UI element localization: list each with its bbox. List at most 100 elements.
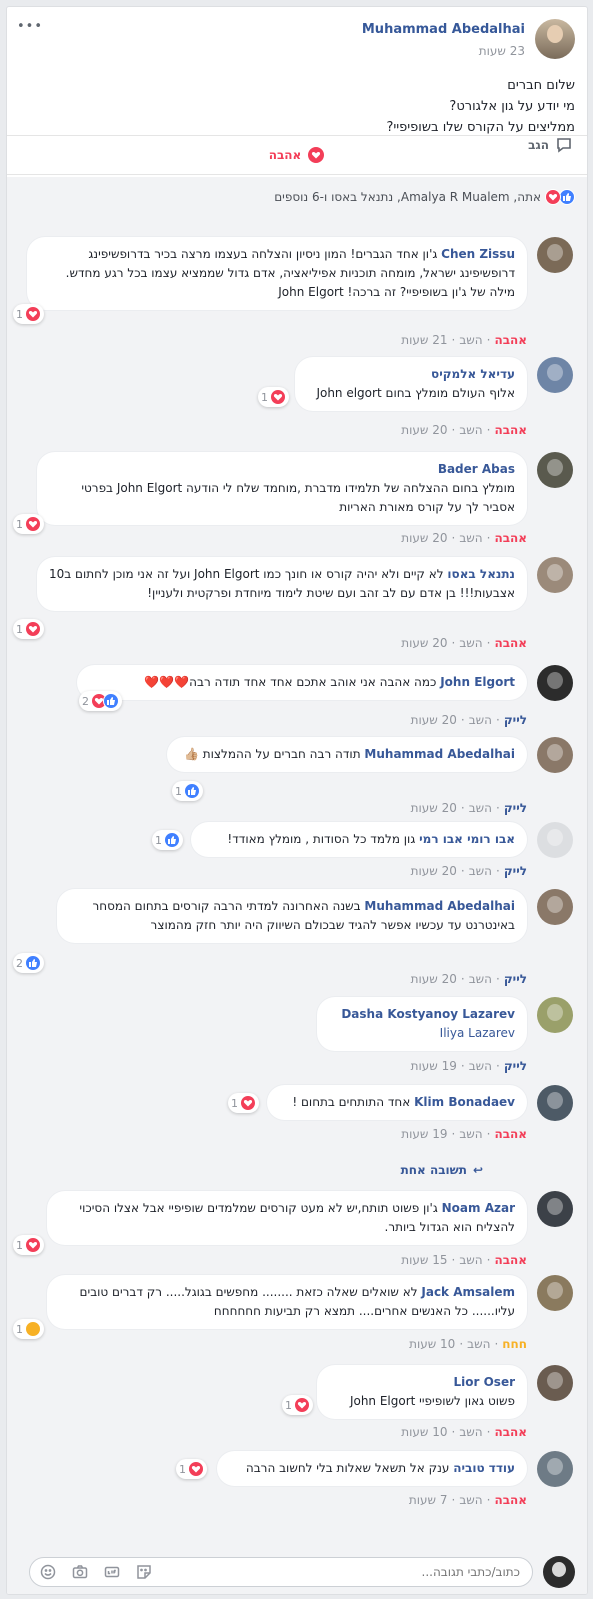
comment-reaction-count[interactable]: 1 xyxy=(13,304,44,324)
commenter-name[interactable]: Bader Abas xyxy=(49,460,515,479)
comment-reaction-count[interactable]: 2 xyxy=(13,953,44,973)
view-replies-link[interactable]: ↩ תשובה אחת xyxy=(401,1163,483,1177)
comment-reaction-count[interactable]: 1 xyxy=(258,387,289,407)
commenter-avatar[interactable] xyxy=(537,1275,573,1311)
comment-reaction-count[interactable]: 1 xyxy=(176,1459,207,1479)
comment-time[interactable]: 20 שעות xyxy=(401,531,447,545)
reply-link[interactable]: השב xyxy=(469,972,492,986)
reply-link[interactable]: השב xyxy=(459,636,482,650)
commenter-avatar[interactable] xyxy=(537,737,573,773)
comment-reaction-count[interactable]: 1 xyxy=(282,1395,313,1415)
comment-time[interactable]: 21 שעות xyxy=(401,333,447,347)
comment-reaction-count[interactable]: 2 xyxy=(79,691,122,711)
commenter-avatar[interactable] xyxy=(537,997,573,1033)
react-link[interactable]: אהבה xyxy=(494,423,527,437)
comment-reaction-count[interactable]: 1 xyxy=(13,619,44,639)
comment-time[interactable]: 20 שעות xyxy=(401,423,447,437)
commenter-name[interactable]: Muhammad Abedalhai xyxy=(364,899,515,913)
camera-icon[interactable] xyxy=(71,1563,89,1581)
comment-time[interactable]: 20 שעות xyxy=(411,801,457,815)
comment-time[interactable]: 20 שעות xyxy=(411,864,457,878)
react-link[interactable]: חחח xyxy=(502,1337,527,1351)
react-link[interactable]: אהבה xyxy=(494,1253,527,1267)
reply-link[interactable]: השב xyxy=(459,423,482,437)
reply-link[interactable]: השב xyxy=(459,1493,482,1507)
comment-time[interactable]: 10 שעות xyxy=(409,1337,455,1351)
commenter-name[interactable]: Dasha Kostyanoy Lazarev xyxy=(329,1005,515,1024)
commenter-avatar[interactable] xyxy=(537,1365,573,1401)
commenter-name[interactable]: Noam Azar xyxy=(442,1201,515,1215)
comment: עודד טוביה ענק אל תשאל שאלות בלי לחשוב ה… xyxy=(13,1451,573,1511)
comment: Bader Abas מומלץ בחום ההצלחה של תלמידו מ… xyxy=(13,452,573,547)
gif-icon[interactable] xyxy=(103,1563,121,1581)
reply-link[interactable]: השב xyxy=(459,1253,482,1267)
author-avatar[interactable] xyxy=(535,19,575,59)
reply-link[interactable]: השב xyxy=(469,864,492,878)
commenter-name[interactable]: John Elgort xyxy=(440,675,515,689)
commenter-avatar[interactable] xyxy=(537,822,573,858)
commenter-avatar[interactable] xyxy=(537,237,573,273)
react-link[interactable]: לייק xyxy=(504,713,527,727)
love-button[interactable]: אהבה xyxy=(7,136,587,174)
reply-link[interactable]: השב xyxy=(469,801,492,815)
commenter-name[interactable]: עודד טוביה xyxy=(453,1461,515,1475)
reply-link[interactable]: השב xyxy=(459,333,482,347)
comment-reaction-count[interactable]: 1 xyxy=(172,781,203,801)
reply-link[interactable]: השב xyxy=(467,1337,490,1351)
comment-reaction-count[interactable]: 1 xyxy=(13,514,44,534)
commenter-avatar[interactable] xyxy=(537,452,573,488)
reply-link[interactable]: השב xyxy=(469,1059,492,1073)
commenter-avatar[interactable] xyxy=(537,357,573,393)
comment-time[interactable]: 19 שעות xyxy=(401,1127,447,1141)
commenter-avatar[interactable] xyxy=(537,889,573,925)
react-link[interactable]: אהבה xyxy=(494,333,527,347)
mention-link[interactable]: Iliya Lazarev xyxy=(329,1024,515,1043)
commenter-avatar[interactable] xyxy=(537,1451,573,1487)
comment-meta: אהבה · השב · 15 שעות xyxy=(401,1253,527,1267)
reactions-summary[interactable]: אתה, Amalya R Mualem, נתנאל באסו ו-6 נוס… xyxy=(274,189,575,205)
react-link[interactable]: לייק xyxy=(504,801,527,815)
commenter-avatar[interactable] xyxy=(537,1085,573,1121)
commenter-avatar[interactable] xyxy=(537,665,573,701)
commenter-name[interactable]: Klim Bonadaev xyxy=(414,1095,515,1109)
comment-time[interactable]: 10 שעות xyxy=(401,1425,447,1439)
sticker-icon[interactable] xyxy=(135,1563,153,1581)
comment-reaction-count[interactable]: 1 xyxy=(152,830,183,850)
reply-link[interactable]: השב xyxy=(469,713,492,727)
comment-time[interactable]: 20 שעות xyxy=(401,636,447,650)
comment-reaction-count[interactable]: 1 xyxy=(13,1319,44,1339)
comment-time[interactable]: 19 שעות xyxy=(411,1059,457,1073)
react-link[interactable]: אהבה xyxy=(494,1127,527,1141)
commenter-name[interactable]: Lior Oser xyxy=(329,1373,516,1392)
commenter-name[interactable]: Jack Amsalem xyxy=(421,1285,515,1299)
commenter-name[interactable]: Muhammad Abedalhai xyxy=(364,747,515,761)
comment-reaction-count[interactable]: 1 xyxy=(13,1235,44,1255)
comment-time[interactable]: 7 שעות xyxy=(409,1493,448,1507)
comment-time[interactable]: 15 שעות xyxy=(401,1253,447,1267)
react-link[interactable]: לייק xyxy=(504,864,527,878)
emoji-icon[interactable] xyxy=(39,1563,57,1581)
comment-time[interactable]: 20 שעות xyxy=(411,713,457,727)
reply-link[interactable]: השב xyxy=(459,1127,482,1141)
commenter-name[interactable]: עדיאל אלמקיס xyxy=(307,365,515,384)
react-link[interactable]: אהבה xyxy=(494,636,527,650)
react-link[interactable]: אהבה xyxy=(494,531,527,545)
more-options-icon[interactable]: ••• xyxy=(17,19,43,34)
commenter-avatar[interactable] xyxy=(537,557,573,593)
comment-time[interactable]: 20 שעות xyxy=(411,972,457,986)
author-name[interactable]: Muhammad Abedalhai xyxy=(362,22,525,37)
reply-link[interactable]: השב xyxy=(459,531,482,545)
reply-link[interactable]: השב xyxy=(459,1425,482,1439)
commenter-name[interactable]: אבו רומי אבו רמי xyxy=(419,832,515,846)
comment: Noam Azar ג'ון פשוט תותח,יש לא מעט קורסי… xyxy=(13,1191,573,1271)
commenter-avatar[interactable] xyxy=(537,1191,573,1227)
post-timestamp[interactable]: 23 שעות xyxy=(479,44,525,58)
react-link[interactable]: לייק xyxy=(504,972,527,986)
react-link[interactable]: אהבה xyxy=(494,1493,527,1507)
react-link[interactable]: לייק xyxy=(504,1059,527,1073)
commenter-name[interactable]: Chen Zissu xyxy=(441,247,515,261)
comment-button[interactable]: הגב xyxy=(528,136,573,154)
comment-reaction-count[interactable]: 1 xyxy=(228,1093,259,1113)
commenter-name[interactable]: נתנאל באסו xyxy=(447,567,515,581)
react-link[interactable]: אהבה xyxy=(494,1425,527,1439)
